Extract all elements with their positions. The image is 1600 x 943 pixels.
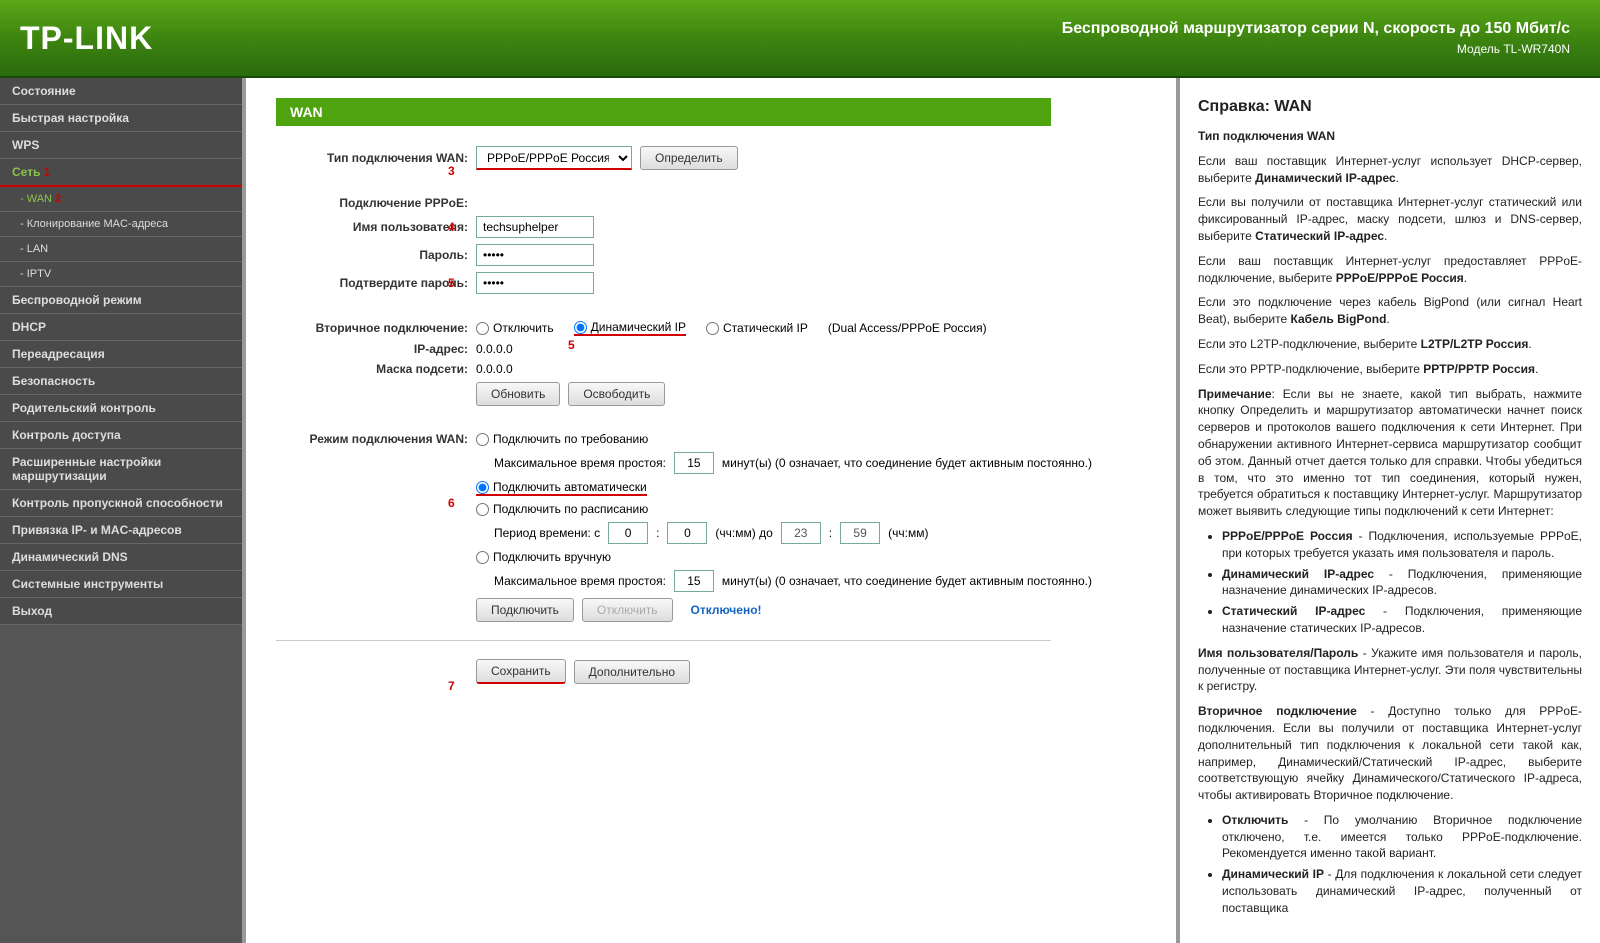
sidebar-item-13[interactable]: Контроль доступа: [0, 422, 242, 449]
sidebar-item-14[interactable]: Расширенные настройки маршрутизации: [0, 449, 242, 490]
schedule-to-mm[interactable]: [840, 522, 880, 544]
advanced-button[interactable]: Дополнительно: [574, 660, 690, 684]
help-panel: Справка: WAN Тип подключения WAN Если ва…: [1180, 78, 1600, 943]
separator: [276, 640, 1051, 641]
secondary-conn-label: Вторичное подключение:: [276, 321, 476, 335]
sec-static-radio[interactable]: Статический IP: [706, 321, 808, 335]
schedule-from-mm[interactable]: [667, 522, 707, 544]
sidebar-item-15[interactable]: Контроль пропускной способности: [0, 490, 242, 517]
mask-label: Маска подсети:: [276, 362, 476, 376]
sidebar-item-19[interactable]: Выход: [0, 598, 242, 625]
sidebar-item-11[interactable]: Безопасность: [0, 368, 242, 395]
logo: TP-LINK: [20, 20, 153, 57]
sec-hint: (Dual Access/PPPoE Россия): [828, 321, 987, 335]
confirm-password-label: Подтвердите пароль:: [276, 276, 476, 290]
schedule-radio[interactable]: Подключить по расписанию: [476, 502, 648, 516]
sidebar-annotation-2: 2: [52, 193, 61, 205]
sidebar-item-1[interactable]: Быстрая настройка: [0, 105, 242, 132]
username-input[interactable]: [476, 216, 594, 238]
sidebar-item-3[interactable]: Сеть 1: [0, 159, 242, 187]
conn-mode-label: Режим подключения WAN:: [276, 432, 476, 446]
renew-button[interactable]: Обновить: [476, 382, 560, 406]
period-mid: (чч:мм) до: [715, 526, 772, 540]
ip-label: IP-адрес:: [276, 342, 476, 356]
confirm-password-input[interactable]: [476, 272, 594, 294]
max-idle-label-2: Максимальное время простоя:: [494, 574, 666, 588]
main-content: WAN Тип подключения WAN: PPPoE/PPPoE Рос…: [246, 78, 1180, 943]
schedule-to-hh[interactable]: [781, 522, 821, 544]
minutes-hint-2: минут(ы) (0 означает, что соединение буд…: [722, 574, 1092, 588]
connection-status: Отключено!: [691, 603, 762, 617]
annotation-7: 7: [448, 679, 455, 693]
sidebar-item-0[interactable]: Состояние: [0, 78, 242, 105]
sidebar-item-5[interactable]: - Клонирование MAC-адреса: [0, 212, 242, 237]
auto-radio[interactable]: Подключить автоматически: [476, 480, 647, 496]
sidebar-item-17[interactable]: Динамический DNS: [0, 544, 242, 571]
sec-disable-radio[interactable]: Отключить: [476, 321, 554, 335]
max-idle-label: Максимальное время простоя:: [494, 456, 666, 470]
mask-value: 0.0.0.0: [476, 362, 513, 376]
sidebar-item-12[interactable]: Родительский контроль: [0, 395, 242, 422]
minutes-hint-1: минут(ы) (0 означает, что соединение буд…: [722, 456, 1092, 470]
header-right: Беспроводной маршрутизатор серии N, скор…: [1062, 20, 1570, 56]
sidebar-item-16[interactable]: Привязка IP- и MAC-адресов: [0, 517, 242, 544]
disconnect-button[interactable]: Отключить: [582, 598, 673, 622]
sidebar-item-2[interactable]: WPS: [0, 132, 242, 159]
sidebar-item-4[interactable]: - WAN 2: [0, 187, 242, 212]
sidebar-item-9[interactable]: DHCP: [0, 314, 242, 341]
max-idle-input-2[interactable]: [674, 570, 714, 592]
demand-radio[interactable]: Подключить по требованию: [476, 432, 648, 446]
password-label: Пароль:: [276, 248, 476, 262]
wan-type-select[interactable]: PPPoE/PPPoE Россия: [476, 146, 632, 170]
help-title: Справка: WAN: [1198, 98, 1582, 116]
sidebar: СостояниеБыстрая настройкаWPSСеть 1- WAN…: [0, 78, 246, 943]
pppoe-section-label: Подключение PPPoE:: [276, 196, 476, 210]
header-title: Беспроводной маршрутизатор серии N, скор…: [1062, 20, 1570, 38]
sidebar-item-7[interactable]: - IPTV: [0, 262, 242, 287]
schedule-from-hh[interactable]: [608, 522, 648, 544]
help-type-heading: Тип подключения WAN: [1198, 129, 1335, 143]
period-end: (чч:мм): [888, 526, 928, 540]
sidebar-item-18[interactable]: Системные инструменты: [0, 571, 242, 598]
sidebar-annotation-1: 1: [40, 165, 50, 179]
sidebar-item-6[interactable]: - LAN: [0, 237, 242, 262]
save-button[interactable]: Сохранить: [476, 659, 566, 684]
page-title: WAN: [276, 98, 1051, 126]
detect-button[interactable]: Определить: [640, 146, 738, 170]
release-button[interactable]: Освободить: [568, 382, 665, 406]
password-input[interactable]: [476, 244, 594, 266]
username-label: Имя пользователя:: [276, 220, 476, 234]
header-model: Модель TL-WR740N: [1062, 42, 1570, 56]
period-label: Период времени: с: [494, 526, 600, 540]
sec-dynamic-radio[interactable]: Динамический IP: [574, 320, 686, 336]
connect-button[interactable]: Подключить: [476, 598, 574, 622]
header-bar: TP-LINK Беспроводной маршрутизатор серии…: [0, 0, 1600, 78]
manual-radio[interactable]: Подключить вручную: [476, 550, 611, 564]
sidebar-item-10[interactable]: Переадресация: [0, 341, 242, 368]
sidebar-item-8[interactable]: Беспроводной режим: [0, 287, 242, 314]
max-idle-input-1[interactable]: [674, 452, 714, 474]
ip-value: 0.0.0.0: [476, 342, 513, 356]
wan-type-label: Тип подключения WAN:: [276, 151, 476, 165]
